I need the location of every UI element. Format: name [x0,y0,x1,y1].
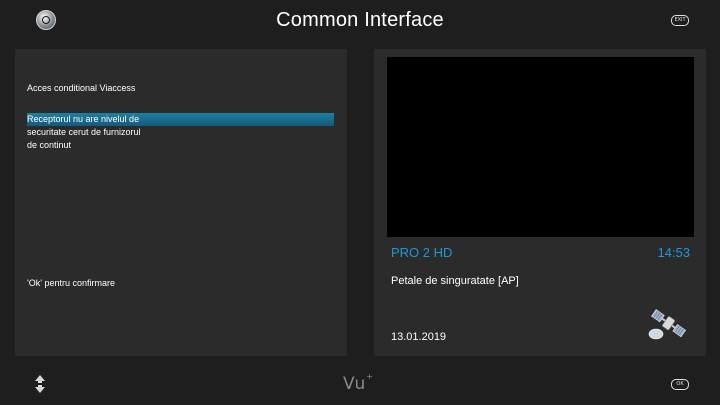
channel-info-panel: PRO 2 HD 14:53 Petale de singuratate [AP… [374,49,706,356]
ca-heading: Acces conditional Viaccess [27,83,136,93]
ci-message: Receptorul nu are nivelul de securitate … [27,113,334,152]
exit-key-icon[interactable]: EXIT [671,15,689,26]
message-line: de continut [27,140,72,150]
up-down-arrows-icon [35,375,45,393]
event-date: 13.01.2019 [391,331,447,343]
clock: 14:53 [657,245,690,260]
event-title: Petale de singuratate [AP] [391,275,519,287]
confirm-hint: 'Ok' pentru confirmare [27,278,115,288]
satellite-dish-icon [648,309,687,340]
brand-text: Vu [343,374,367,394]
brand-plus: + [366,372,374,382]
channel-name: PRO 2 HD [391,245,453,260]
brand-logo: Vu+ [343,372,374,394]
message-line: securitate cerut de furnizorul [27,127,141,137]
tv-preview [387,57,694,237]
ci-message-panel: Acces conditional Viaccess Receptorul nu… [15,49,347,356]
ok-key-icon[interactable]: OK [671,379,689,390]
message-line-selected[interactable]: Receptorul nu are nivelul de [27,113,334,126]
page-title: Common Interface [276,9,444,31]
